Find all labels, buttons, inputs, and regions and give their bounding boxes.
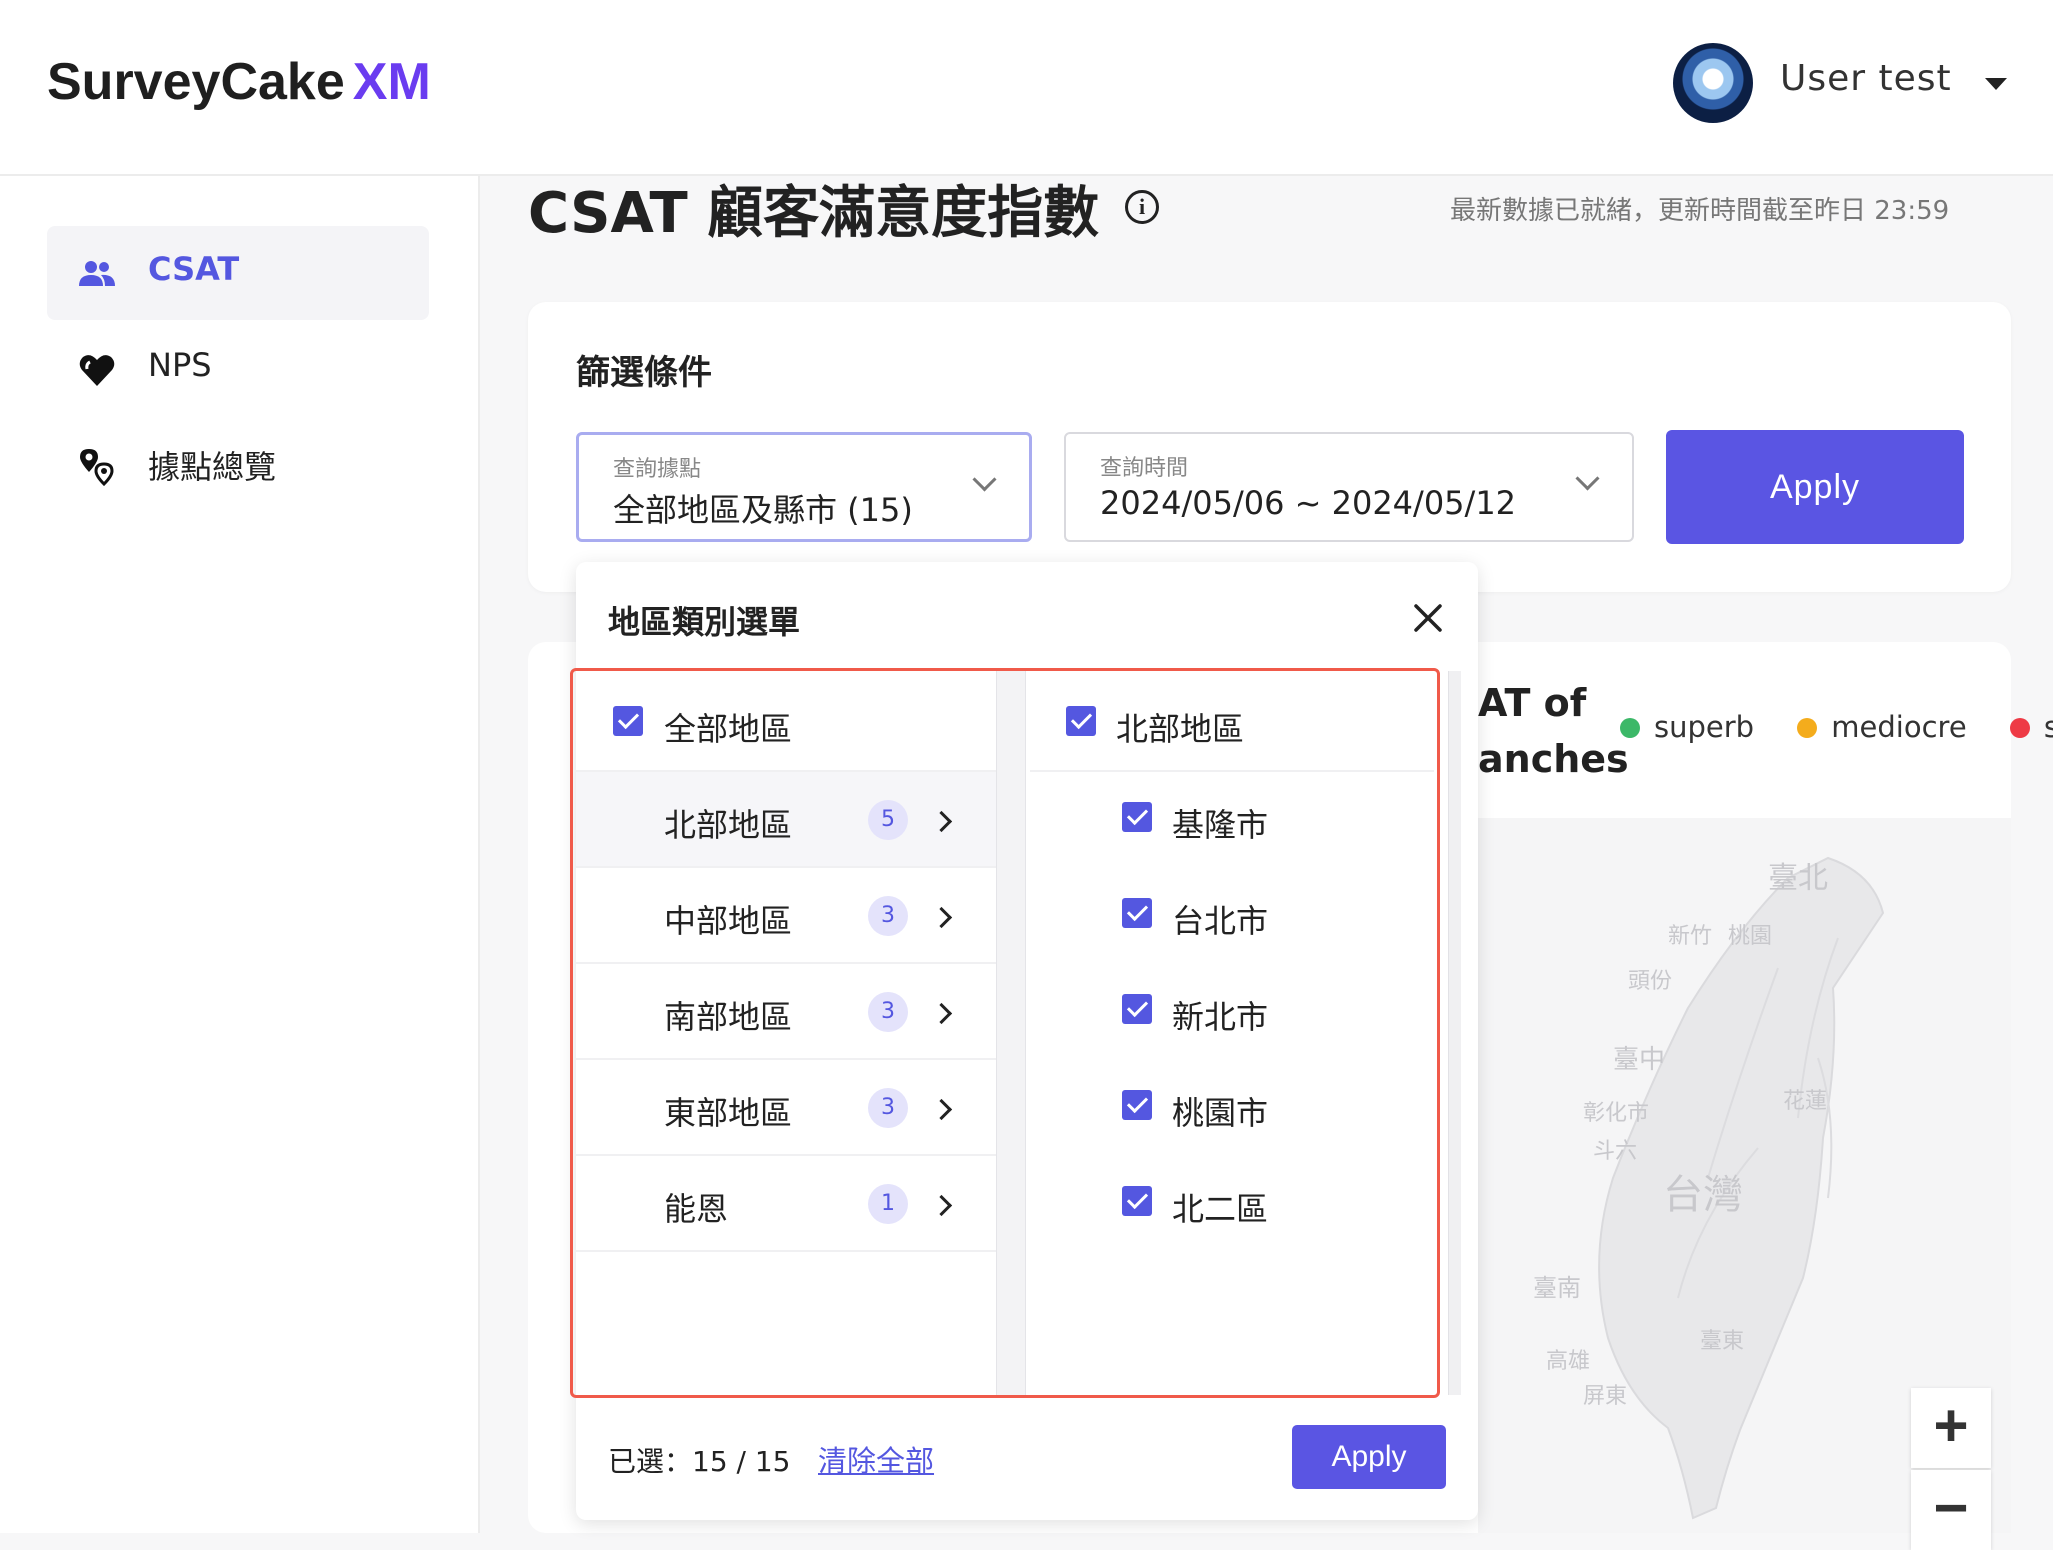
close-icon[interactable]	[1408, 598, 1448, 638]
app-logo[interactable]: SurveyCake XM	[47, 52, 431, 112]
legend-dot	[1797, 718, 1818, 738]
selected-count: 已選：15 / 15	[608, 1445, 791, 1478]
map-title-line1: AT of	[1478, 681, 1587, 725]
zoom-out-button[interactable]: −	[1911, 1470, 1991, 1550]
info-icon[interactable]: i	[1125, 190, 1159, 224]
map-legend: superb mediocre su	[1620, 710, 2053, 750]
map-card-title: AT of anches	[1478, 675, 1629, 787]
legend-item-mediocre[interactable]: mediocre	[1797, 710, 1967, 744]
map-label-taipei: 臺北	[1768, 861, 1828, 896]
sidebar-item-csat[interactable]: CSAT	[47, 226, 429, 320]
map-label-kaohsiung: 高雄	[1546, 1349, 1590, 1374]
map-label-taitung: 臺東	[1700, 1329, 1744, 1354]
panel-title: 地區類別選單	[608, 603, 801, 641]
map-label-tainan: 臺南	[1533, 1274, 1581, 1302]
apply-button[interactable]: Apply	[1666, 430, 1964, 544]
logo-suffix: XM	[352, 53, 431, 111]
legend-dot	[2009, 718, 2030, 738]
chevron-down-icon	[972, 467, 997, 492]
sidebar-item-label: CSAT	[148, 250, 240, 288]
caret-down-icon[interactable]	[1985, 78, 2007, 90]
location-select[interactable]: 查詢據點 全部地區及縣市 (15)	[576, 432, 1032, 542]
sidebar-item-nps[interactable]: NPS	[47, 322, 429, 416]
map-label-pingtung: 屏東	[1583, 1384, 1627, 1409]
location-select-value: 全部地區及縣市 (15)	[613, 491, 913, 529]
clear-all-link[interactable]: 清除全部	[818, 1438, 934, 1480]
filter-title: 篩選條件	[576, 353, 712, 393]
avatar[interactable]	[1673, 43, 1753, 123]
date-range-select[interactable]: 查詢時間 2024/05/06 ~ 2024/05/12	[1064, 432, 1634, 542]
logo-text: SurveyCake	[47, 53, 345, 111]
users-icon	[79, 261, 115, 286]
location-pins-icon	[80, 449, 114, 486]
legend-item-superb[interactable]: superb	[1620, 710, 1754, 744]
legend-label: su	[2043, 710, 2053, 744]
update-note: 最新數據已就緒，更新時間截至昨日 23:59	[1450, 196, 1950, 226]
map-title-line2: anches	[1478, 737, 1629, 781]
panel-apply-button[interactable]: Apply	[1292, 1425, 1446, 1489]
map-label-hualien: 花蓮	[1783, 1089, 1827, 1114]
legend-label: superb	[1654, 710, 1755, 744]
map-label-hsinchu: 新竹	[1668, 924, 1712, 949]
map-label-douliu: 斗六	[1593, 1139, 1637, 1164]
date-range-caption: 查詢時間	[1100, 456, 1189, 481]
location-select-caption: 查詢據點	[613, 457, 702, 482]
map-label-taichung: 臺中	[1613, 1045, 1665, 1075]
map-label-taiwan: 台灣	[1663, 1172, 1743, 1218]
sidebar-item-locations[interactable]: 據點總覽	[47, 418, 429, 512]
map-label-toufen: 頭份	[1628, 969, 1672, 994]
sidebar-item-label: 據點總覽	[148, 448, 277, 486]
chevron-down-icon	[1575, 466, 1600, 491]
legend-dot	[1620, 718, 1640, 738]
legend-label: mediocre	[1831, 710, 1967, 744]
map-label-changhua: 彰化市	[1583, 1101, 1649, 1126]
date-range-value: 2024/05/06 ~ 2024/05/12	[1100, 484, 1517, 522]
selection-highlight-box	[570, 668, 1440, 1398]
map-label-taoyuan: 桃園	[1728, 924, 1772, 949]
user-name[interactable]: User test	[1780, 58, 1952, 99]
sidebar-item-label: NPS	[148, 346, 212, 384]
zoom-in-button[interactable]: +	[1911, 1388, 1991, 1468]
right-column-scrollbar[interactable]	[1448, 671, 1461, 1395]
legend-item-su[interactable]: su	[2009, 710, 2053, 744]
page-title: CSAT 顧客滿意度指數	[528, 181, 1100, 246]
heart-icon	[79, 355, 115, 386]
